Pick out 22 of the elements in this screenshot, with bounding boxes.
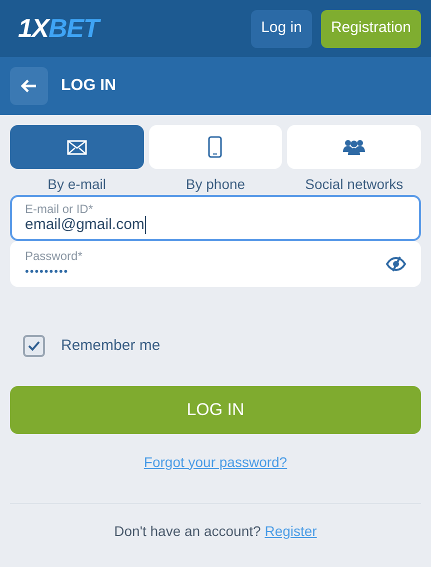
phone-icon <box>208 136 222 158</box>
page-title: LOG IN <box>61 76 116 96</box>
people-icon <box>343 139 366 155</box>
no-account-text: Don't have an account? <box>114 522 261 538</box>
email-field[interactable]: E-mail or ID* email@gmail.com <box>10 195 421 241</box>
envelope-icon <box>66 140 87 154</box>
tab-button[interactable] <box>287 125 421 169</box>
log-in-button[interactable]: Log in <box>251 10 312 48</box>
hidden-eye-icon[interactable] <box>386 256 406 272</box>
password-field[interactable]: Password* ••••••••• <box>10 241 421 287</box>
checkbox[interactable] <box>23 335 45 358</box>
tab-label[interactable]: By e-mail <box>48 174 106 195</box>
back-button[interactable] <box>10 67 48 105</box>
checkmark-icon <box>28 341 40 352</box>
tab-label[interactable]: Social networks <box>305 174 404 195</box>
back-arrow-icon <box>21 79 37 93</box>
tab-label[interactable]: By phone <box>186 174 246 195</box>
remember-me-label[interactable]: Remember me <box>61 335 160 358</box>
tab-button[interactable] <box>10 125 144 169</box>
field-label: E-mail or ID* <box>25 202 94 216</box>
logo: 1XBET <box>18 12 99 45</box>
field-label: Password* <box>25 249 84 263</box>
